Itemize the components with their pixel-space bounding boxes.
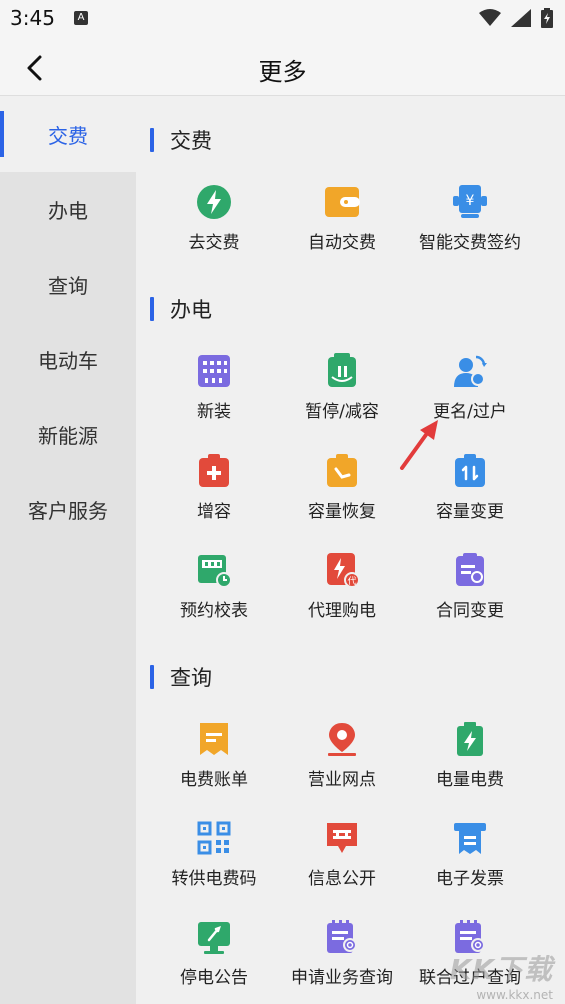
watermark-brand: KK下载: [449, 953, 553, 986]
power-usage-fee-button[interactable]: 电量电费: [405, 721, 535, 811]
watermark-url: www.kkx.net: [476, 988, 553, 1002]
sidebar-item-ev[interactable]: 电动车: [0, 322, 136, 397]
smart-pay-contract-button[interactable]: ¥ 智能交费签约: [405, 184, 535, 274]
svg-text:代: 代: [347, 576, 356, 587]
tile-label: 智能交费签约: [419, 233, 521, 253]
battery-status-icon: [541, 8, 553, 28]
wallet-icon: [325, 187, 360, 217]
notification-icon: A: [74, 11, 88, 25]
section-title-text: 查询: [170, 666, 212, 690]
go-pay-button[interactable]: 去交费: [149, 184, 279, 274]
sidebar-item-label: 查询: [48, 274, 88, 298]
business-outlet-button[interactable]: 营业网点: [277, 721, 407, 811]
capacity-increase-button[interactable]: 增容: [149, 453, 279, 543]
watermark: KK下载 www.kkx.net: [450, 948, 553, 1002]
meter-icon: [198, 355, 230, 387]
contract-change-button[interactable]: 合同变更: [405, 552, 535, 642]
sidebar-item-label: 电动车: [38, 349, 98, 373]
capacity-plus-icon: [199, 454, 229, 487]
section-title-query: 查询: [150, 662, 212, 692]
info-public-button[interactable]: 信息公开: [277, 820, 407, 910]
wifi-icon: [479, 9, 501, 26]
sidebar-item-label: 办电: [48, 199, 88, 223]
info-public-icon: [327, 823, 357, 853]
outage-notice-button[interactable]: 停电公告: [149, 919, 279, 1004]
bill-icon: [200, 723, 228, 755]
auto-pay-button[interactable]: 自动交费: [277, 184, 407, 274]
active-indicator: [0, 111, 4, 157]
capacity-restore-icon: [327, 454, 357, 487]
sidebar-item-label: 交费: [48, 124, 88, 148]
transfer-fee-code-button[interactable]: 转供电费码: [149, 820, 279, 910]
tile-label: 电子发票: [436, 869, 504, 889]
section-marker: [150, 297, 154, 321]
sidebar-item-customer-service[interactable]: 客户服务: [0, 472, 136, 547]
appointment-meter-icon: [198, 555, 232, 588]
sidebar: 交费 办电 查询 电动车 新能源 客户服务: [0, 97, 136, 1004]
agent-power-icon: 代: [327, 553, 360, 588]
section-marker: [150, 128, 154, 152]
section-marker: [150, 665, 154, 689]
tile-label: 合同变更: [436, 601, 504, 621]
capacity-change-icon: [455, 454, 485, 487]
sidebar-item-new-energy[interactable]: 新能源: [0, 397, 136, 472]
pause-reduce-button[interactable]: 暂停/减容: [277, 353, 407, 443]
location-icon: [328, 723, 356, 756]
page-title: 更多: [258, 58, 307, 86]
svg-text:¥: ¥: [466, 193, 475, 209]
status-time: 3:45: [10, 6, 55, 30]
lightning-pay-icon: [197, 185, 231, 219]
yuan-contract-icon: ¥: [453, 185, 487, 218]
battery-icon: [457, 722, 483, 756]
application-query-icon: [327, 920, 357, 953]
contract-change-icon: [456, 553, 484, 586]
application-query-button[interactable]: 申请业务查询: [277, 919, 407, 1004]
invoice-icon: [454, 823, 486, 854]
sidebar-item-apply-power[interactable]: 办电: [0, 172, 136, 247]
agent-power-purchase-button[interactable]: 代 代理购电: [277, 552, 407, 642]
section-title-text: 交费: [170, 129, 212, 153]
sidebar-item-label: 客户服务: [28, 499, 108, 523]
capacity-restore-button[interactable]: 容量恢复: [277, 453, 407, 543]
appointment-meter-button[interactable]: 预约校表: [149, 552, 279, 642]
section-title-payment: 交费: [150, 125, 212, 155]
annotation-arrow-icon: [400, 420, 438, 470]
pause-icon: [328, 353, 356, 387]
sidebar-item-payment[interactable]: 交费: [0, 97, 136, 172]
signal-icon: [511, 9, 531, 27]
qr-code-icon: [197, 821, 231, 855]
main-content: 交费 去交费 自动交费 ¥ 智能交费签约 办电 新装 暂停/减容 更名/过户 增…: [136, 97, 565, 1004]
section-title-text: 办电: [170, 298, 212, 322]
sidebar-item-label: 新能源: [38, 424, 98, 448]
tile-label: 电量电费: [436, 770, 504, 790]
section-title-apply-power: 办电: [150, 294, 212, 324]
status-icons: [479, 8, 553, 28]
tile-label: 容量变更: [436, 502, 504, 522]
electricity-bill-button[interactable]: 电费账单: [149, 721, 279, 811]
nav-bar: 更多: [0, 38, 565, 96]
status-bar: 3:45 A: [0, 0, 565, 38]
outage-icon: [198, 922, 230, 954]
e-invoice-button[interactable]: 电子发票: [405, 820, 535, 910]
sidebar-item-query[interactable]: 查询: [0, 247, 136, 322]
user-transfer-icon: [454, 355, 487, 387]
new-install-button[interactable]: 新装: [149, 353, 279, 443]
